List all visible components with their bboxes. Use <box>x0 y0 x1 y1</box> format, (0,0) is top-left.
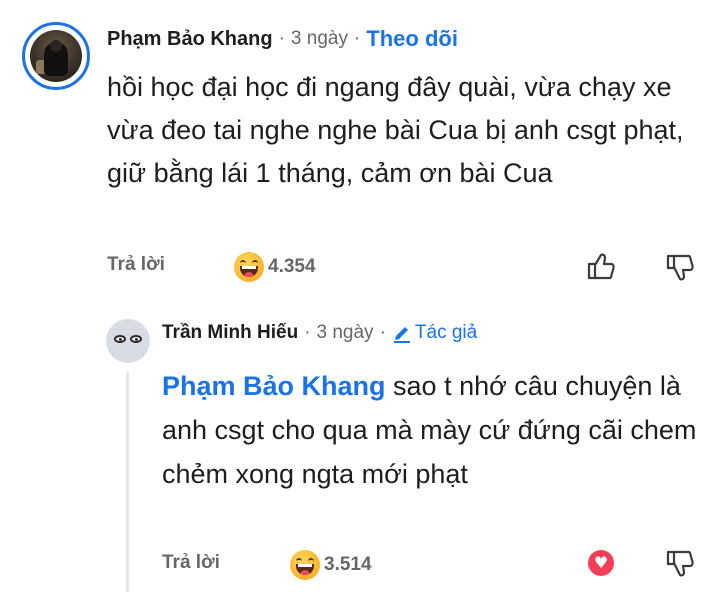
reply-reply-button[interactable]: Trả lời <box>162 552 220 574</box>
avatar-photo <box>30 30 82 82</box>
thumbs-down-icon[interactable] <box>664 548 696 585</box>
comment-author[interactable]: Phạm Bảo Khang <box>107 28 273 51</box>
pencil-icon <box>393 327 410 343</box>
mention-link[interactable]: Phạm Bảo Khang <box>162 371 386 401</box>
reply-reaction-count: 3.514 <box>324 554 372 575</box>
reaction-summary[interactable]: 4.354 <box>234 252 316 282</box>
heart-icon[interactable] <box>588 550 614 576</box>
thumbs-up-icon[interactable] <box>585 250 617 287</box>
reply-age[interactable]: 3 ngày <box>317 322 374 344</box>
avatar-eye-left <box>114 335 126 343</box>
reply-button[interactable]: Trả lời <box>107 254 165 276</box>
comment-actions: Trả lời <box>107 254 165 276</box>
reply-header: Trần Minh Hiếu · 3 ngày · Tác giả <box>162 322 477 344</box>
thread-line <box>126 372 129 592</box>
thumbs-down-icon[interactable] <box>664 252 696 289</box>
avatar-tran-minh-hieu[interactable] <box>106 319 150 363</box>
meta-separator: · <box>379 322 386 343</box>
comment-age[interactable]: 3 ngày <box>291 28 348 50</box>
reply-reaction-summary[interactable]: 3.514 <box>290 550 372 580</box>
reply-text-block: Phạm Bảo Khang sao t nhớ câu chuyện là a… <box>162 364 702 496</box>
laughing-emoji-icon <box>290 550 320 580</box>
comment-text: hồi học đại học đi ngang đây quài, vừa c… <box>107 72 684 188</box>
meta-separator: · <box>278 28 285 49</box>
comment-header: Phạm Bảo Khang · 3 ngày · Theo dõi <box>107 26 458 52</box>
meta-separator: · <box>353 28 361 49</box>
reply-actions: Trả lời <box>162 552 220 574</box>
laughing-emoji-icon <box>234 252 264 282</box>
avatar-eye-right <box>130 335 142 343</box>
reaction-count: 4.354 <box>268 256 316 277</box>
author-badge-label: Tác giả <box>414 322 478 343</box>
reply-author[interactable]: Trần Minh Hiếu <box>162 322 298 344</box>
author-badge: Tác giả <box>392 322 477 344</box>
follow-button[interactable]: Theo dõi <box>366 26 458 52</box>
avatar-pham-bao-khang[interactable] <box>22 22 90 90</box>
meta-separator: · <box>304 322 311 343</box>
